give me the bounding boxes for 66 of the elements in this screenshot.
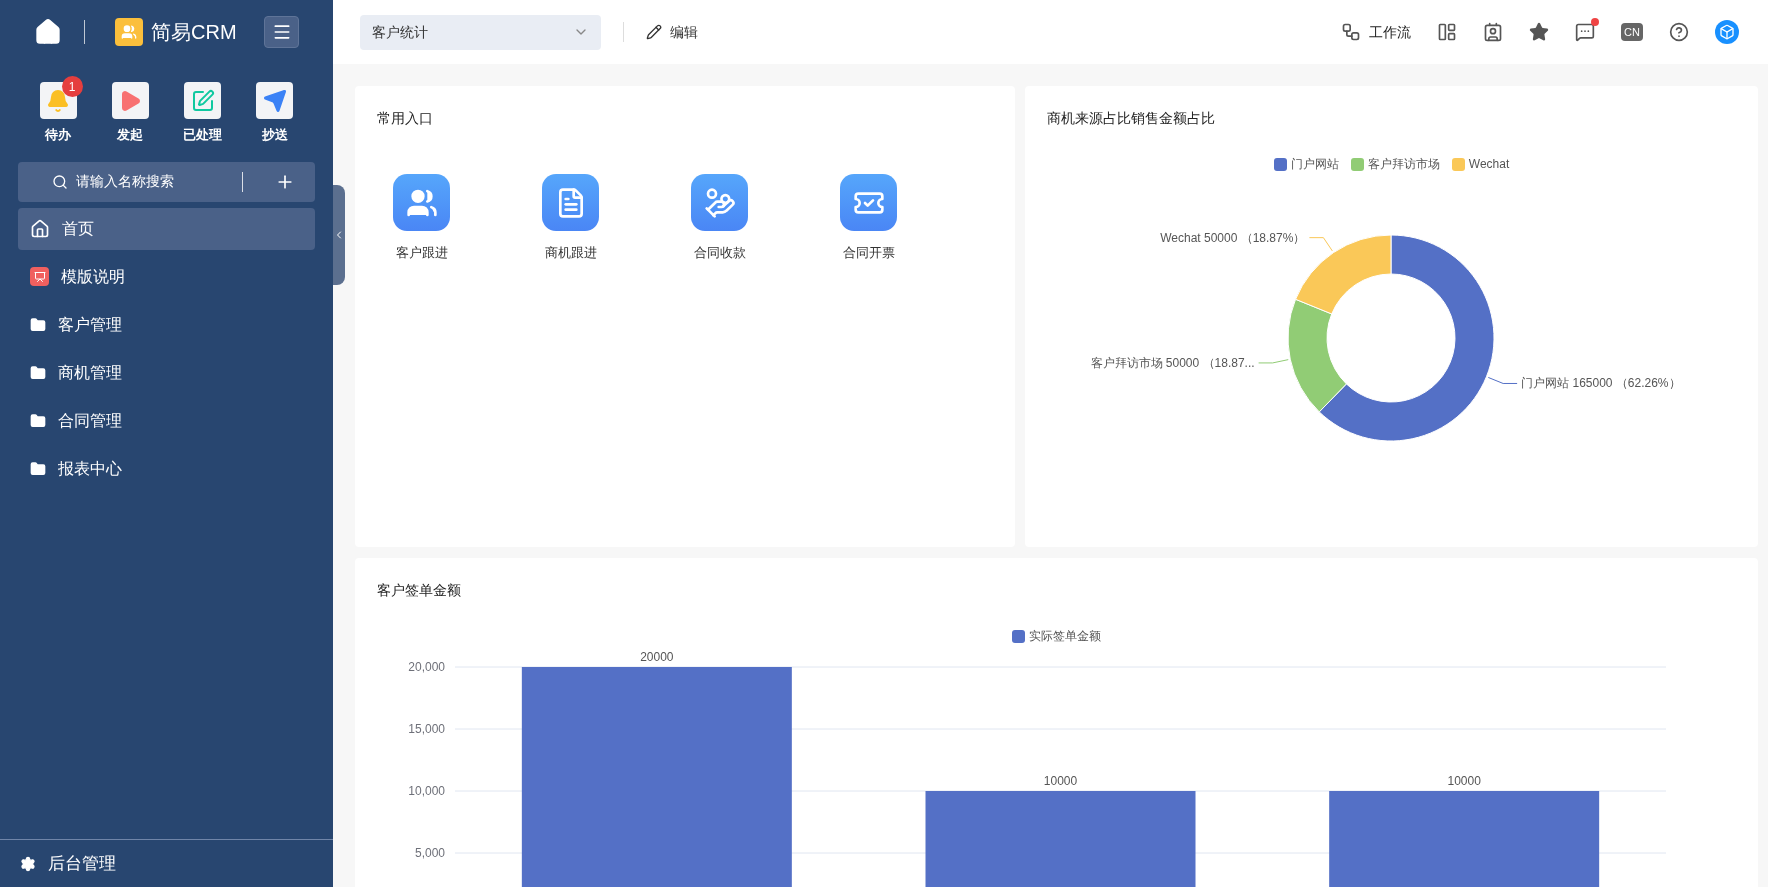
folder-icon (30, 316, 46, 333)
shortcut-item[interactable]: 合同收款 (691, 174, 748, 263)
layout-icon[interactable] (1437, 22, 1458, 42)
bar-value-label: 10000 (1447, 774, 1481, 788)
avatar-icon[interactable] (1715, 20, 1739, 44)
leader-line (1487, 376, 1518, 384)
presentation-icon (30, 267, 49, 286)
shortcut-item[interactable]: 客户跟进 (393, 174, 450, 263)
edit-button[interactable]: 编辑 (646, 21, 698, 43)
workflow-button[interactable]: 工作流 (1341, 21, 1412, 43)
send-icon (263, 88, 287, 113)
brand-name: 简易CRM (151, 20, 237, 45)
menu-button[interactable] (264, 16, 299, 48)
nav-item[interactable]: 模版说明 (18, 255, 315, 298)
message-icon[interactable] (1575, 22, 1596, 42)
nav-item[interactable]: 客户管理 (18, 303, 315, 346)
language-button[interactable]: CN (1621, 23, 1643, 41)
collapse-handle[interactable] (333, 185, 345, 285)
axis-tick-label: 10,000 (408, 784, 445, 798)
bar-value-label: 10000 (1043, 774, 1078, 788)
legend-label: 门户网站 (1290, 156, 1339, 173)
shortcut-item[interactable]: 商机跟进 (542, 174, 599, 263)
folder-icon (30, 364, 46, 381)
nav-item[interactable]: 合同管理 (18, 399, 315, 442)
search-icon (52, 173, 68, 190)
quick-action-button[interactable]: 1 (39, 76, 83, 119)
quick-action-label: 抄送 (262, 126, 288, 144)
bell-icon (46, 88, 70, 113)
workflow-icon (1341, 22, 1362, 42)
axis-tick-label: 15,000 (408, 722, 445, 736)
quick-action-label: 待办 (45, 126, 71, 144)
legend-label: Wechat (1468, 156, 1510, 173)
pencil-icon (646, 24, 662, 40)
quick-action-label: 发起 (117, 126, 144, 144)
leader-line (1258, 359, 1289, 364)
folder-icon (30, 412, 46, 429)
report-dropdown[interactable]: 客户统计 (360, 14, 601, 50)
logo-icon (115, 18, 143, 46)
card-title: 商机来源占比销售金额占比 (1046, 109, 1216, 128)
legend-label: 客户拜访市场 (1367, 156, 1440, 173)
slice-label: Wechat 50000 （18.87%） (1160, 230, 1306, 245)
axis-tick-label: 20,000 (408, 660, 445, 674)
leader-line (1308, 237, 1333, 252)
home-icon[interactable] (34, 18, 62, 46)
search-input[interactable]: 请输入名称搜索 (76, 171, 226, 192)
quick-action-label: 已处理 (183, 126, 223, 144)
bar-value-label: 20000 (640, 650, 674, 664)
home-icon (30, 218, 50, 239)
card-title: 客户签单金额 (376, 581, 462, 600)
slice-label: 门户网站 165000 （62.26%） (1521, 376, 1681, 391)
search-field[interactable]: 请输入名称搜索 (18, 161, 315, 202)
star-icon[interactable] (1529, 22, 1550, 42)
contacts-icon[interactable] (1483, 22, 1504, 42)
axis-tick-label: 5,000 (414, 846, 445, 860)
folder-icon (30, 460, 46, 477)
settings-icon (20, 855, 36, 872)
admin-link[interactable]: 后台管理 (48, 850, 116, 877)
hand-coin-icon (703, 186, 736, 219)
nav-item[interactable]: 首页 (18, 207, 315, 250)
nav-item[interactable]: 报表中心 (18, 447, 315, 490)
nav-item[interactable]: 商机管理 (18, 351, 315, 394)
slice-label: 客户拜访市场 50000 （18.87... (1090, 355, 1255, 370)
help-icon[interactable] (1669, 22, 1689, 42)
shortcut-item[interactable]: 合同开票 (840, 174, 897, 263)
card-title: 常用入口 (377, 109, 434, 128)
legend-label: 实际签单金额 (1029, 628, 1101, 645)
